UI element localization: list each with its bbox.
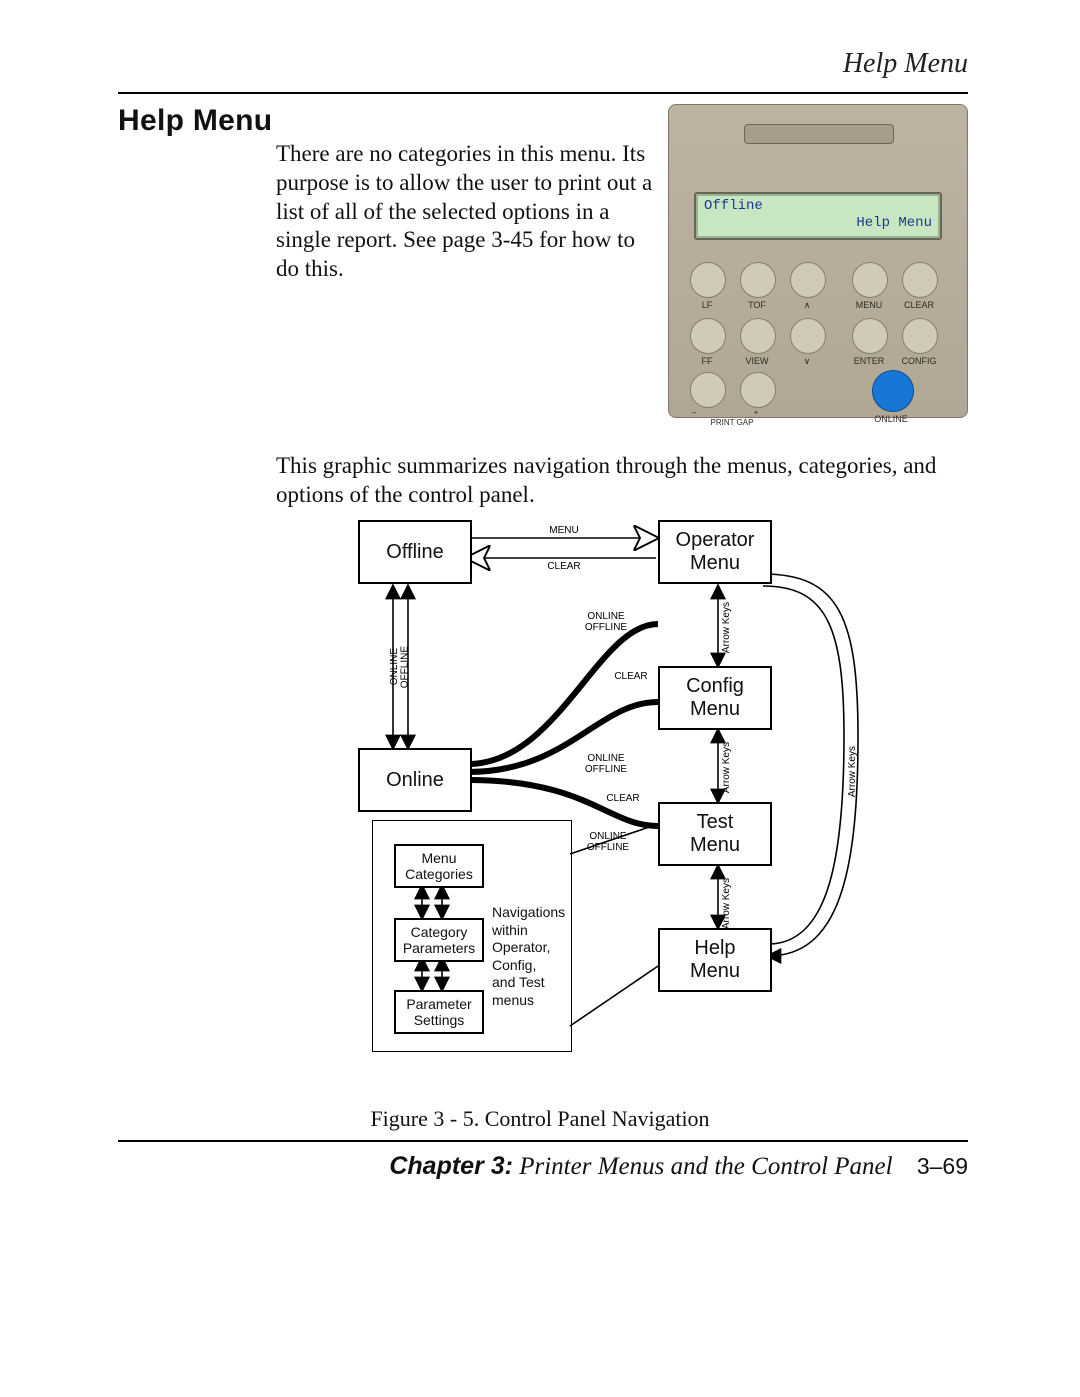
- btn-config: [902, 318, 938, 354]
- btn-up: [790, 262, 826, 298]
- label-clear-2: CLEAR: [606, 672, 656, 683]
- btn-view: [740, 318, 776, 354]
- lcd-line2: Help Menu: [704, 215, 932, 232]
- node-config: Config Menu: [658, 666, 772, 730]
- node-menu-categories: Menu Categories: [394, 844, 484, 888]
- intro-paragraph: There are no categories in this menu. It…: [276, 140, 654, 284]
- btn-menu: [852, 262, 888, 298]
- running-head: Help Menu: [843, 48, 968, 80]
- page-title: Help Menu: [118, 104, 272, 138]
- lbl-minus: –: [684, 408, 704, 417]
- figure-caption: Figure 3 - 5. Control Panel Navigation: [0, 1106, 1080, 1132]
- top-rule: [118, 92, 968, 94]
- label-clear-1: CLEAR: [534, 562, 594, 573]
- inset-note: Navigations within Operator, Config, and…: [492, 904, 572, 1009]
- label-online-offline-2: ONLINE OFFLINE: [576, 754, 636, 775]
- btn-minus: [690, 372, 726, 408]
- lbl-print-gap: PRINT GAP: [700, 418, 764, 427]
- node-operator: Operator Menu: [658, 520, 772, 584]
- label-online-offline-1: ONLINE OFFLINE: [576, 612, 636, 633]
- footer-page: 3–69: [917, 1153, 968, 1179]
- footer-title: Printer Menus and the Control Panel: [519, 1153, 892, 1180]
- node-test: Test Menu: [658, 802, 772, 866]
- footer-chapter: Chapter 3:: [389, 1152, 513, 1180]
- navigation-diagram: Offline Online Operator Menu Config Menu…: [358, 516, 868, 1076]
- label-online-offline-vert: ONLINE OFFLINE: [390, 646, 411, 688]
- lbl-online: ONLINE: [868, 414, 914, 424]
- label-arrow-keys-4: Arrow Keys: [848, 746, 859, 797]
- panel-lcd: Offline Help Menu: [694, 192, 942, 240]
- lbl-config: CONFIG: [896, 356, 942, 366]
- label-arrow-keys-1: Arrow Keys: [722, 602, 733, 653]
- panel-top-slot: [744, 124, 894, 144]
- btn-lf: [690, 262, 726, 298]
- lbl-up: ∧: [784, 300, 830, 311]
- control-panel-photo: Offline Help Menu LF TOF ∧ MENU CLEAR FF…: [668, 104, 968, 418]
- btn-plus: [740, 372, 776, 408]
- lbl-enter: ENTER: [846, 356, 892, 366]
- lbl-tof: TOF: [734, 300, 780, 310]
- btn-clear: [902, 262, 938, 298]
- lbl-clear: CLEAR: [896, 300, 942, 310]
- lbl-lf: LF: [684, 300, 730, 310]
- btn-ff: [690, 318, 726, 354]
- label-online-offline-3: ONLINE OFFLINE: [578, 832, 638, 853]
- btn-tof: [740, 262, 776, 298]
- btn-enter: [852, 318, 888, 354]
- body-paragraph: This graphic summarizes navigation throu…: [276, 452, 968, 510]
- node-parameter-settings: Parameter Settings: [394, 990, 484, 1034]
- label-clear-3: CLEAR: [598, 794, 648, 805]
- panel-bezel: [668, 104, 968, 418]
- label-menu: MENU: [534, 526, 594, 537]
- lcd-line1: Offline: [704, 198, 763, 214]
- btn-online: [872, 370, 914, 412]
- node-online: Online: [358, 748, 472, 812]
- bottom-rule: [118, 1140, 968, 1142]
- node-help: Help Menu: [658, 928, 772, 992]
- lbl-view: VIEW: [734, 356, 780, 366]
- btn-down: [790, 318, 826, 354]
- node-offline: Offline: [358, 520, 472, 584]
- lbl-ff: FF: [684, 356, 730, 366]
- label-arrow-keys-2: Arrow Keys: [722, 742, 733, 793]
- lbl-down: ∨: [784, 356, 830, 367]
- label-arrow-keys-3: Arrow Keys: [722, 878, 733, 929]
- lbl-plus: +: [746, 408, 766, 417]
- lbl-menu: MENU: [846, 300, 892, 310]
- page-footer: Chapter 3: Printer Menus and the Control…: [118, 1152, 968, 1181]
- node-category-parameters: Category Parameters: [394, 918, 484, 962]
